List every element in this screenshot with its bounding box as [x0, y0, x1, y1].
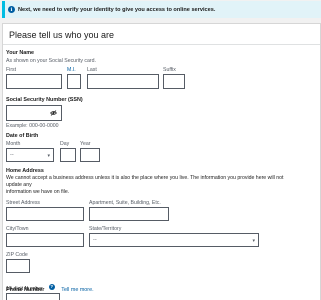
first-name-input[interactable]: [6, 74, 62, 89]
home-address-description: We cannot accept a business address unle…: [6, 175, 318, 197]
suffix-label: Suffix: [163, 67, 176, 73]
your-name-heading: Your Name: [6, 50, 35, 56]
banner-text: Next, we need to verify your identity to…: [18, 6, 216, 13]
zip-code-input[interactable]: [6, 259, 30, 273]
apartment-label: Apartment, Suite, Building, Etc.: [89, 200, 161, 206]
last-name-label: Last: [87, 67, 97, 73]
last-name-input[interactable]: [87, 74, 159, 89]
day-label: Day: [60, 141, 70, 147]
day-input[interactable]: [60, 148, 76, 162]
home-address-heading: Home Address: [6, 168, 44, 174]
state-label: State/Territory: [89, 226, 122, 232]
question-circle-icon[interactable]: ?: [48, 283, 55, 290]
month-select[interactable]: -- ▾: [6, 148, 54, 162]
city-label: City/Town: [6, 226, 29, 232]
eye-slash-icon[interactable]: [50, 110, 57, 118]
form-title: Please tell us who you are: [9, 30, 115, 40]
identity-verification-banner: i Next, we need to verify your identity …: [2, 1, 321, 18]
street-address-label: Street Address: [6, 200, 41, 206]
ssn-input[interactable]: [6, 105, 62, 121]
state-select[interactable]: -- ▾: [89, 233, 259, 247]
zip-code-label: ZIP Code: [6, 252, 28, 258]
phone-number-label: 10-digit Number: [6, 286, 43, 292]
street-address-input[interactable]: [6, 207, 84, 221]
dob-heading: Date of Birth: [6, 133, 39, 139]
state-selected-value: --: [93, 237, 97, 243]
month-selected-value: --: [10, 152, 14, 158]
first-name-label: First: [6, 67, 17, 73]
title-divider: [3, 44, 320, 45]
tell-me-more-link[interactable]: Tell me more.: [61, 287, 93, 293]
identity-form-card: Please tell us who you are Your Name As …: [2, 23, 321, 300]
month-label: Month: [6, 141, 21, 147]
home-address-desc-line2: update any: [6, 182, 32, 189]
ssn-example: Example: 000-00-0000: [6, 123, 59, 129]
year-input[interactable]: [80, 148, 100, 162]
chevron-down-icon: ▾: [252, 238, 255, 244]
suffix-input[interactable]: [163, 74, 185, 89]
city-input[interactable]: [6, 233, 84, 247]
middle-initial-input[interactable]: [67, 74, 81, 89]
home-address-desc-line1: We cannot accept a business address unle…: [6, 175, 284, 181]
apartment-input[interactable]: [89, 207, 169, 221]
year-label: Year: [80, 141, 91, 147]
phone-number-input[interactable]: [6, 293, 60, 300]
middle-initial-label: M.I.: [67, 67, 76, 73]
chevron-down-icon: ▾: [47, 153, 50, 159]
info-icon: i: [8, 6, 15, 13]
ssn-heading: Social Security Number (SSN): [6, 97, 83, 103]
home-address-desc-line3: information we have on file.: [6, 189, 70, 196]
your-name-hint: As shown on your Social Security card.: [6, 58, 96, 64]
